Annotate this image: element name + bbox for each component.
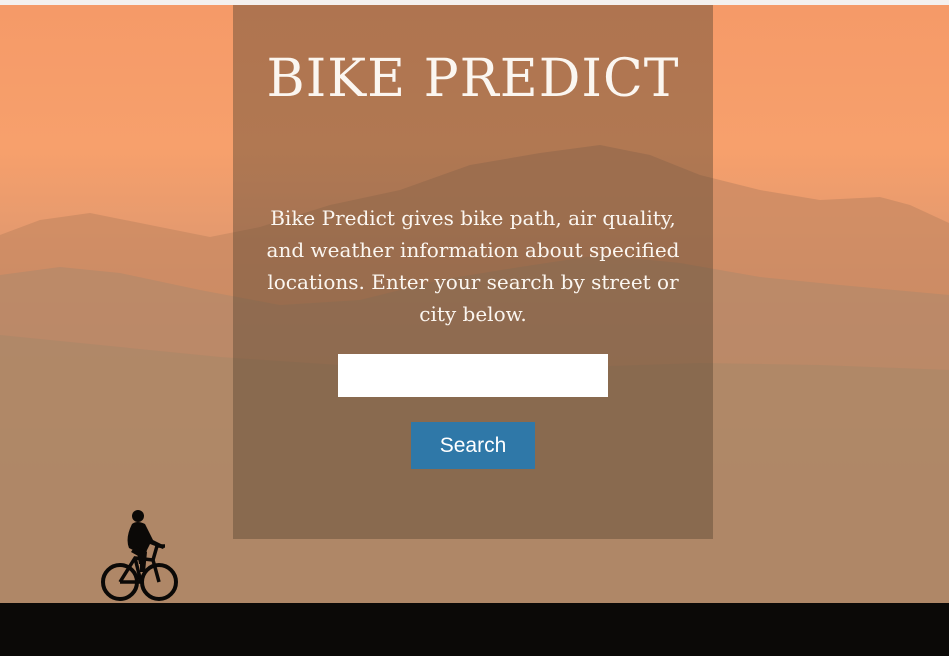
page-title: BIKE PREDICT (266, 49, 680, 109)
search-input[interactable] (338, 354, 608, 397)
search-button[interactable]: Search (411, 422, 535, 469)
ground-silhouette (0, 603, 949, 656)
cyclist-silhouette-icon (101, 510, 178, 601)
hero-panel: BIKE PREDICT Bike Predict gives bike pat… (233, 5, 713, 539)
hero-description: Bike Predict gives bike path, air qualit… (266, 206, 680, 326)
